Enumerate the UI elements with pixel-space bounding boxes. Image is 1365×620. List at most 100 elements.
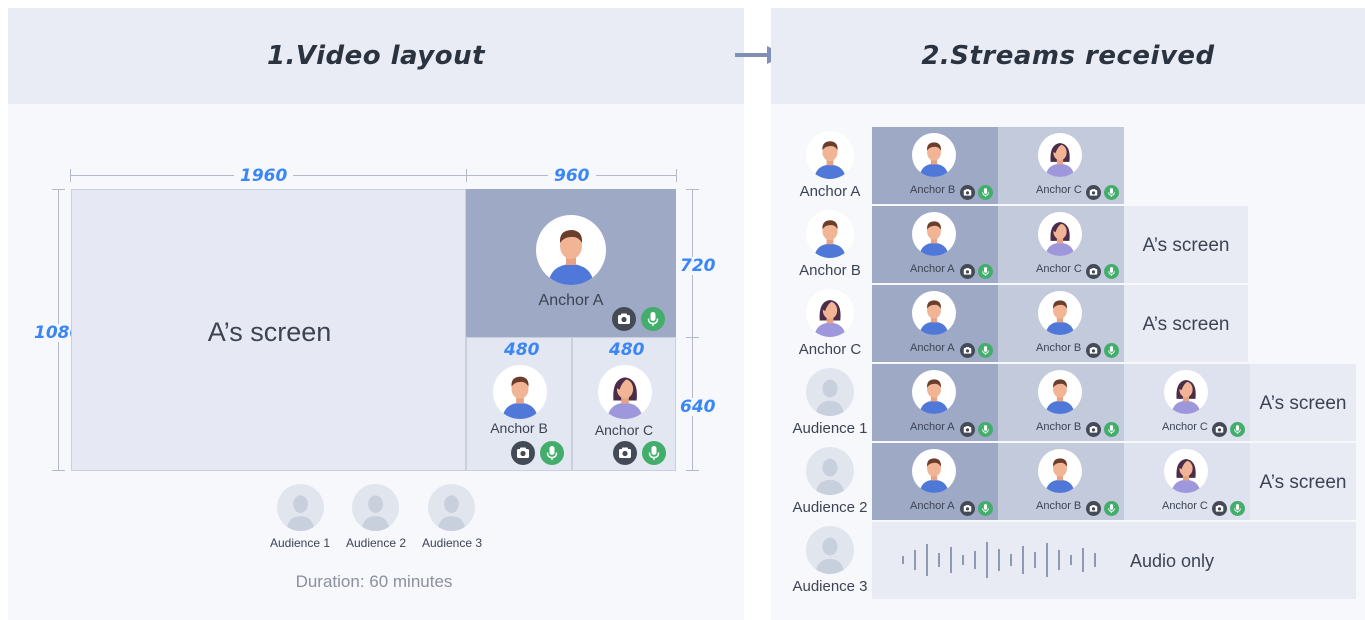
- stream-avatar: [912, 133, 956, 177]
- microphone-icon[interactable]: [978, 501, 993, 516]
- microphone-icon[interactable]: [1104, 422, 1119, 437]
- row-owner-label: Audience 3: [792, 578, 868, 595]
- screen-share-cell: A’s screen: [1124, 285, 1248, 362]
- camera-icon[interactable]: [1086, 501, 1101, 516]
- waveform-bar: [1070, 555, 1072, 565]
- stream-label: Anchor A: [910, 500, 955, 512]
- stream-label: Anchor B: [1036, 421, 1082, 433]
- stream-label: Anchor C: [1162, 500, 1208, 512]
- row-owner-label: Audience 1: [792, 420, 868, 437]
- microphone-icon[interactable]: [1104, 185, 1119, 200]
- stream-rows: Anchor A Anchor B Anchor C Anchor B Anchor A…: [0, 0, 1365, 620]
- camera-icon[interactable]: [960, 422, 975, 437]
- waveform-bar: [950, 547, 952, 573]
- stream-avatar: [1038, 212, 1082, 256]
- microphone-icon[interactable]: [1104, 343, 1119, 358]
- camera-icon[interactable]: [960, 264, 975, 279]
- waveform-bar: [974, 551, 976, 569]
- waveform-bar: [1034, 552, 1036, 568]
- stream-avatar: [912, 449, 956, 493]
- stream-avatar: [1164, 370, 1208, 414]
- stream-avatar: [912, 291, 956, 335]
- screen-share-label: A’s screen: [1142, 235, 1230, 256]
- waveform-bar: [1082, 548, 1084, 572]
- screen-share-label: A’s screen: [1142, 314, 1230, 335]
- stream-label: Anchor C: [1162, 421, 1208, 433]
- microphone-icon[interactable]: [978, 264, 993, 279]
- row-owner-avatar: [806, 289, 854, 337]
- row-owner-label: Anchor B: [799, 262, 861, 279]
- screen-share-cell: A’s screen: [1250, 364, 1356, 441]
- camera-icon[interactable]: [1086, 343, 1101, 358]
- stream-cell: Anchor B: [998, 285, 1124, 362]
- microphone-icon[interactable]: [1230, 422, 1245, 437]
- screen-share-label: A’s screen: [1259, 393, 1347, 414]
- camera-icon[interactable]: [960, 343, 975, 358]
- waveform-bar: [926, 544, 928, 576]
- stream-avatar: [912, 212, 956, 256]
- stream-label: Anchor B: [1036, 500, 1082, 512]
- camera-icon[interactable]: [1212, 501, 1227, 516]
- stream-cell: Anchor A: [872, 285, 998, 362]
- microphone-icon[interactable]: [1230, 501, 1245, 516]
- waveform-bar: [902, 556, 904, 564]
- audio-only-label: Audio only: [1130, 551, 1215, 571]
- row-owner-avatar: [806, 210, 854, 258]
- microphone-icon[interactable]: [1104, 264, 1119, 279]
- microphone-icon[interactable]: [978, 422, 993, 437]
- stream-cell: Anchor B: [998, 364, 1124, 441]
- stream-avatar: [912, 370, 956, 414]
- row-owner-avatar: [806, 526, 854, 574]
- screen-share-cell: A’s screen: [1250, 443, 1356, 520]
- microphone-icon[interactable]: [1104, 501, 1119, 516]
- waveform-bar: [998, 549, 1000, 571]
- waveform-bar: [1010, 554, 1012, 566]
- camera-icon[interactable]: [960, 501, 975, 516]
- stream-avatar: [1038, 449, 1082, 493]
- stream-cell: Anchor C: [1124, 364, 1250, 441]
- camera-icon[interactable]: [960, 185, 975, 200]
- waveform-bar: [962, 555, 964, 565]
- stream-cell: Anchor A: [872, 206, 998, 283]
- waveform-bar: [1022, 546, 1024, 574]
- waveform-bar: [938, 553, 940, 567]
- row-owner-avatar: [806, 368, 854, 416]
- stream-cell: Anchor C: [998, 206, 1124, 283]
- stream-label: Anchor B: [910, 184, 956, 196]
- waveform-bar: [1046, 543, 1048, 577]
- stream-avatar: [1038, 370, 1082, 414]
- screen-share-label: A’s screen: [1259, 472, 1347, 493]
- row-owner-avatar: [806, 447, 854, 495]
- screen-share-cell: A’s screen: [1124, 206, 1248, 283]
- stream-cell: Anchor A: [872, 364, 998, 441]
- waveform-bar: [986, 542, 988, 578]
- stream-label: Anchor C: [1036, 184, 1082, 196]
- stream-avatar: [1038, 291, 1082, 335]
- row-owner-avatar: [806, 131, 854, 179]
- row-owner-label: Anchor C: [798, 341, 862, 358]
- camera-icon[interactable]: [1086, 264, 1101, 279]
- stream-avatar: [1164, 449, 1208, 493]
- stream-cell: Anchor A: [872, 443, 998, 520]
- waveform-bar: [1094, 553, 1096, 567]
- waveform-bar: [914, 550, 916, 570]
- row-owner-label: Audience 2: [792, 499, 868, 516]
- waveform-bar: [1058, 550, 1060, 570]
- row-owner-label: Anchor A: [799, 183, 861, 200]
- stream-cell: Anchor C: [998, 127, 1124, 204]
- camera-icon[interactable]: [1086, 185, 1101, 200]
- stream-label: Anchor B: [1036, 342, 1082, 354]
- stream-label: Anchor A: [910, 342, 955, 354]
- stream-label: Anchor C: [1036, 263, 1082, 275]
- camera-icon[interactable]: [1212, 422, 1227, 437]
- microphone-icon[interactable]: [978, 343, 993, 358]
- stream-label: Anchor A: [910, 421, 955, 433]
- stream-cell: Anchor C: [1124, 443, 1250, 520]
- stream-cell: Anchor B: [872, 127, 998, 204]
- stream-cell: Anchor B: [998, 443, 1124, 520]
- audio-only-band: Audio only: [872, 522, 1356, 599]
- stream-avatar: [1038, 133, 1082, 177]
- camera-icon[interactable]: [1086, 422, 1101, 437]
- stream-label: Anchor A: [910, 263, 955, 275]
- microphone-icon[interactable]: [978, 185, 993, 200]
